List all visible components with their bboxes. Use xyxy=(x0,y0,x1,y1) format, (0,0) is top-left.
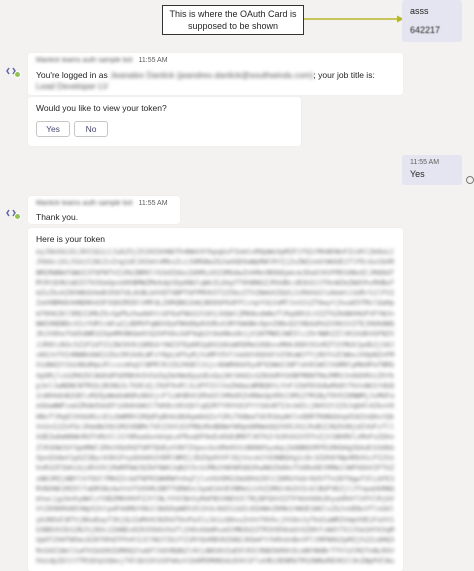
annotation-text: This is where the OAuth Card is supposed… xyxy=(169,9,297,31)
message-meta: Manlick teams auth sample bot 11:55 AM xyxy=(36,200,172,210)
bot-token-message: Here is your token eyJ0eXAiOiJKV1QiLCJub… xyxy=(28,228,403,571)
login-middle: ; your job title is: xyxy=(313,70,375,80)
thanks-text: Thank you. xyxy=(36,212,79,222)
bot-avatar-icon xyxy=(6,67,21,78)
bot-sender-name: Manlick teams auth sample bot xyxy=(36,57,133,64)
bot-question-card: Would you like to view your token? Yes N… xyxy=(28,97,301,146)
question-text: Would you like to view your token? xyxy=(36,103,167,113)
message-time: 11:55 AM xyxy=(138,200,168,207)
question-buttons: Yes No xyxy=(36,121,293,137)
yes-button[interactable]: Yes xyxy=(36,121,70,137)
bot-thanks-message: Manlick teams auth sample bot 11:55 AM Th… xyxy=(28,196,180,224)
user-message-yes: 11:55 AM Yes xyxy=(402,155,462,185)
user-message-time: 11:55 AM xyxy=(410,159,440,166)
login-text: You're logged in as Jeanalex Danlick (je… xyxy=(36,70,395,92)
message-time: 11:55 AM xyxy=(138,57,168,64)
login-prefix: You're logged in as xyxy=(36,70,108,80)
token-title: Here is your token xyxy=(36,234,105,244)
no-button[interactable]: No xyxy=(74,121,108,137)
read-receipt-icon xyxy=(466,176,474,184)
message-meta: Manlick teams auth sample bot 11:55 AM xyxy=(36,57,395,67)
user-message-line1: asss xyxy=(410,6,429,16)
bot-avatar-icon xyxy=(6,209,21,220)
annotation-arrow-icon xyxy=(304,15,404,23)
annotation-callout: This is where the OAuth Card is supposed… xyxy=(162,5,304,35)
user-message-top: asss 642217 xyxy=(402,0,462,42)
user-message-line2: 642217 xyxy=(410,25,441,35)
login-user-name: Jeanalex Danlick (jeandrex.danlick@south… xyxy=(110,70,314,80)
login-job-title: Lead Developer LV xyxy=(36,81,109,91)
bot-login-message: Manlick teams auth sample bot 11:55 AM Yo… xyxy=(28,53,403,95)
token-value: eyJ0eXAiOiJKV1QiLCJub25jZSI6IkhNbTh4NmVX… xyxy=(36,248,395,565)
bot-sender-name: Manlick teams auth sample bot xyxy=(36,200,133,207)
user-message-text: Yes xyxy=(410,169,425,179)
